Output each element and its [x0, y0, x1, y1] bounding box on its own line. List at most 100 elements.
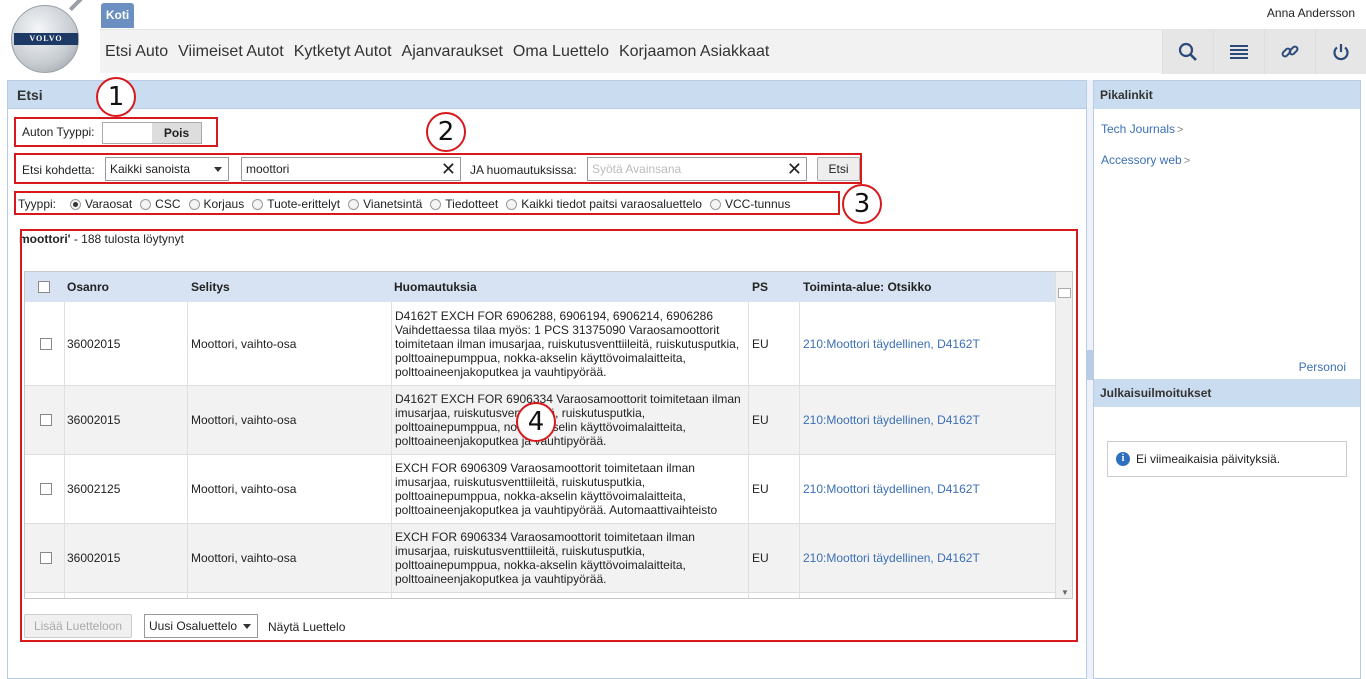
part-remarks: EXCH FOR 6906309 Varaosamoottorit toimit… [395, 461, 718, 517]
part-remarks: D4162T EXCH FOR 6906288, 6906194, 690621… [395, 308, 740, 379]
function-area-link[interactable]: 210:Moottori täydellinen, D4162T [803, 455, 980, 523]
search-icon[interactable] [1162, 30, 1213, 74]
part-ps: EU [752, 551, 769, 565]
col-remarks[interactable]: Huomautuksia [394, 272, 477, 302]
radio-label: Tiedotteet [445, 197, 499, 211]
parts-list-value: Uusi Osaluettelo [149, 619, 238, 633]
nav-my-list[interactable]: Oma Luettelo [508, 43, 614, 61]
personalize-link[interactable]: Personoi [1299, 360, 1346, 374]
nav-workshop-customers[interactable]: Korjaamon Asiakkaat [614, 43, 774, 61]
clear-search-icon[interactable]: ✕ [441, 158, 456, 180]
search-target-label: Etsi kohdetta: [22, 163, 95, 177]
col-description[interactable]: Selitys [191, 272, 230, 302]
scrollbar-thumb[interactable] [1058, 288, 1071, 298]
row-checkbox[interactable] [40, 524, 52, 592]
search-target-select[interactable]: Kaikki sanoista [105, 157, 229, 181]
part-description: Moottori, vaihto-osa [191, 413, 297, 427]
radio-dot[interactable] [188, 198, 200, 210]
radio-label: Varaosat [85, 197, 133, 211]
row-checkbox[interactable] [40, 386, 52, 454]
logo-arrow [68, 0, 84, 12]
radio-vianetsinta[interactable]: Vianetsintä [348, 197, 422, 211]
home-tab[interactable]: Koti [101, 3, 134, 28]
nav-bookings[interactable]: Ajanvaraukset [397, 43, 508, 61]
nav-connected-cars[interactable]: Kytketyt Autot [289, 43, 397, 61]
accessory-web-link[interactable]: Accessory web > [1101, 153, 1190, 167]
radio-csc[interactable]: CSC [140, 197, 181, 211]
car-type-toggle[interactable]: Pois [102, 122, 202, 144]
col-function-area[interactable]: Toiminta-alue: Otsikko [803, 272, 931, 302]
remarks-placeholder: Syötä Avainsana [592, 162, 682, 176]
search-panel: Etsi Auton Tyyppi: Pois Etsi kohdetta: K… [7, 77, 1087, 679]
type-label: Tyyppi: [18, 197, 57, 211]
radio-dot[interactable] [709, 198, 721, 210]
radio-kaikki-tiedot[interactable]: Kaikki tiedot paitsi varaosaluettelo [506, 197, 702, 211]
remarks-input[interactable]: Syötä Avainsana ✕ [587, 157, 807, 181]
table-header: Osanro Selitys Huomautuksia PS Toiminta-… [25, 272, 1055, 302]
radio-tiedotteet[interactable]: Tiedotteet [430, 197, 498, 211]
row-checkbox[interactable] [40, 455, 52, 523]
search-input-value: moottori [246, 162, 290, 176]
radio-label: Tuote-erittelyt [267, 197, 341, 211]
link-label[interactable]: Tech Journals [1101, 122, 1175, 136]
radio-dot[interactable] [140, 198, 152, 210]
function-area-link[interactable]: 210:Moottori täydellinen, D4162T [803, 302, 980, 385]
part-remarks: EXCH FOR 6906334 Varaosamoottorit toimit… [395, 530, 695, 586]
radio-dot[interactable] [252, 198, 264, 210]
toggle-off-label[interactable]: Pois [152, 123, 201, 143]
right-sidebar: Pikalinkit Tech Journals > Accessory web >… [1093, 80, 1361, 679]
add-to-list-button[interactable]: Lisää Luetteloon [24, 614, 132, 638]
callout-1: 1 [96, 77, 136, 117]
table-row[interactable]: 36002125 Moottori, vaihto-osa EXCH FOR 6… [25, 455, 1055, 524]
radio-dot[interactable] [348, 198, 360, 210]
radio-dot[interactable] [430, 198, 442, 210]
col-part-number[interactable]: Osanro [67, 272, 109, 302]
radio-dot[interactable] [506, 198, 518, 210]
power-icon[interactable] [1315, 30, 1366, 74]
column-divider [64, 302, 65, 598]
part-remarks: D4162T EXCH FOR 6906334 Varaosamoottorit… [395, 392, 741, 448]
table-row[interactable]: 36002015 Moottori, vaihto-osa D4162T EXC… [25, 302, 1055, 386]
chevron-down-icon [214, 167, 222, 172]
col-ps[interactable]: PS [752, 272, 768, 302]
table-scrollbar[interactable]: ▼ [1055, 272, 1072, 598]
function-area-link[interactable]: 210:Moottori täydellinen, D4162T [803, 524, 980, 592]
select-all-checkbox[interactable] [38, 281, 50, 293]
scroll-down-icon[interactable]: ▼ [1061, 588, 1069, 597]
no-updates-text: Ei viimeaikaisia päivityksiä. [1136, 452, 1281, 466]
radio-tuote-erittelyt[interactable]: Tuote-erittelyt [252, 197, 340, 211]
clear-remarks-icon[interactable]: ✕ [787, 158, 802, 180]
function-area-link[interactable]: 210:Moottori täydellinen, D4162T [803, 386, 980, 454]
radio-label: Korjaus [203, 197, 245, 211]
nav-recent-cars[interactable]: Viimeiset Autot [173, 43, 289, 61]
table-row[interactable]: 36002015 Moottori, vaihto-osa EXCH FOR 6… [25, 524, 1055, 593]
search-input[interactable]: moottori ✕ [241, 157, 461, 181]
volvo-logo[interactable]: VOLVO [11, 0, 84, 73]
column-divider [748, 302, 749, 598]
radio-vcc-tunnus[interactable]: VCC-tunnus [709, 197, 790, 211]
part-number: 36002125 [67, 482, 121, 496]
search-button[interactable]: Etsi [817, 157, 860, 181]
remarks-label: JA huomautuksissa: [470, 163, 577, 177]
part-number: 36002015 [67, 413, 121, 427]
row-checkbox[interactable] [40, 302, 52, 385]
link-label[interactable]: Accessory web [1101, 153, 1182, 167]
radio-dot-selected[interactable] [70, 198, 82, 210]
nav-search-car[interactable]: Etsi Auto [100, 43, 173, 61]
tech-journals-link[interactable]: Tech Journals > [1101, 122, 1183, 136]
chevron-down-icon [243, 624, 251, 629]
releases-title: Julkaisuilmoitukset [1094, 379, 1360, 407]
radio-label: Vianetsintä [363, 197, 423, 211]
radio-korjaus[interactable]: Korjaus [188, 197, 245, 211]
logo-text: VOLVO [14, 33, 78, 45]
link-icon[interactable] [1264, 30, 1315, 74]
list-icon[interactable] [1213, 30, 1264, 74]
radio-varaosat[interactable]: Varaosat [70, 197, 132, 211]
parts-list-select[interactable]: Uusi Osaluettelo [144, 614, 258, 638]
user-name[interactable]: Anna Andersson [1267, 6, 1355, 20]
radio-label: CSC [155, 197, 181, 211]
column-divider [391, 302, 392, 598]
show-list-link[interactable]: Näytä Luettelo [268, 620, 345, 634]
chevron-right-icon: > [1183, 155, 1191, 167]
toggle-on-side[interactable] [103, 123, 152, 143]
